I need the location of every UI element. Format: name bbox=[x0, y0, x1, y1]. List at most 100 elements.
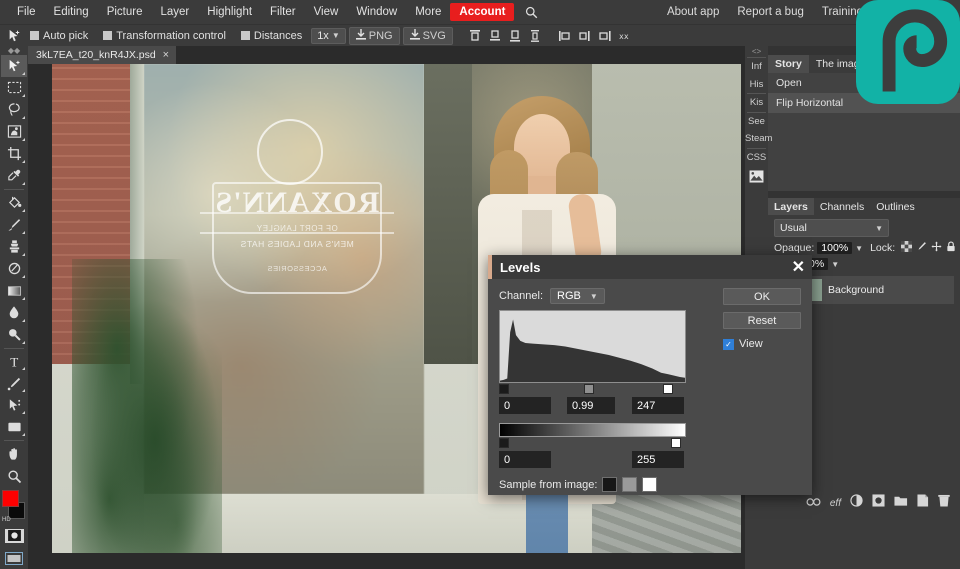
lasso-tool[interactable] bbox=[1, 99, 27, 121]
dodge-tool[interactable] bbox=[1, 324, 27, 346]
text-tool[interactable]: T bbox=[1, 351, 27, 373]
screen-mode-icon[interactable] bbox=[1, 547, 27, 569]
move-tool[interactable] bbox=[1, 55, 27, 77]
input-gamma-field[interactable]: 0.99 bbox=[567, 397, 615, 414]
eraser-tool[interactable] bbox=[1, 258, 27, 280]
zoom-level-select[interactable]: 1x ▼ bbox=[311, 27, 346, 44]
tab-story[interactable]: Story bbox=[768, 55, 809, 73]
menu-item-window[interactable]: Window bbox=[347, 3, 406, 21]
eyedropper-tool[interactable] bbox=[1, 165, 27, 187]
close-icon[interactable]: × bbox=[163, 49, 169, 61]
align-left-icon[interactable] bbox=[558, 28, 573, 43]
strip-tab-inf[interactable]: Inf bbox=[745, 58, 768, 76]
strip-tab-his[interactable]: His bbox=[745, 76, 768, 94]
input-white-handle[interactable] bbox=[663, 384, 673, 394]
checkbox-box[interactable] bbox=[103, 31, 113, 40]
menu-item-layer[interactable]: Layer bbox=[152, 3, 199, 21]
reset-button[interactable]: Reset bbox=[723, 312, 801, 329]
levels-dialog[interactable]: Levels ✕ Channel: RGB ▼ 0 0.99 247 0 255… bbox=[488, 255, 812, 495]
align-top-icon[interactable] bbox=[468, 28, 483, 43]
blend-mode-select[interactable]: Usual ▼ bbox=[774, 219, 889, 237]
align-vertical-center-icon[interactable] bbox=[488, 28, 503, 43]
lock-all-icon[interactable] bbox=[946, 241, 956, 255]
hand-tool[interactable] bbox=[1, 443, 27, 465]
checkbox-transformation-control[interactable]: Transformation control bbox=[97, 30, 232, 42]
menu-item-file[interactable]: File bbox=[8, 3, 45, 21]
chevron-down-icon[interactable]: ▼ bbox=[855, 244, 863, 253]
dock-grip[interactable]: <> bbox=[752, 46, 761, 57]
output-gradient-bar[interactable] bbox=[499, 423, 686, 437]
align-horizontal-center-icon[interactable] bbox=[578, 28, 593, 43]
strip-tab-kis[interactable]: Kis bbox=[745, 94, 768, 112]
new-group-icon[interactable] bbox=[894, 494, 908, 512]
lock-move-icon[interactable] bbox=[931, 241, 942, 255]
pen-tool[interactable] bbox=[1, 372, 27, 394]
paint-bucket-tool[interactable] bbox=[1, 192, 27, 214]
menu-item-highlight[interactable]: Highlight bbox=[198, 3, 261, 21]
distribute-vertical-icon[interactable] bbox=[528, 28, 543, 43]
panel-divider[interactable] bbox=[768, 191, 960, 198]
input-black-field[interactable]: 0 bbox=[499, 397, 551, 414]
new-layer-icon[interactable] bbox=[917, 494, 929, 512]
quick-mask-icon[interactable] bbox=[4, 528, 24, 544]
output-black-field[interactable]: 0 bbox=[499, 451, 551, 468]
input-gamma-handle[interactable] bbox=[584, 384, 594, 394]
toolbar-grip[interactable]: ◆◆ bbox=[0, 46, 28, 55]
swatch-badges[interactable]: HD bbox=[2, 517, 11, 523]
menu-item-view[interactable]: View bbox=[305, 3, 348, 21]
align-right-icon[interactable] bbox=[598, 28, 613, 43]
checkbox-auto-pick[interactable]: Auto pick bbox=[24, 30, 94, 42]
sample-white-point-picker[interactable] bbox=[642, 477, 658, 492]
brush-tool[interactable] bbox=[1, 214, 27, 236]
menu-item-editing[interactable]: Editing bbox=[45, 3, 98, 21]
clone-stamp-tool[interactable] bbox=[1, 236, 27, 258]
fx-icon[interactable]: eff bbox=[830, 498, 841, 509]
opacity-value[interactable]: 100% bbox=[817, 242, 853, 254]
document-tab[interactable]: 3kL7EA_t20_knR4JX.psd × bbox=[28, 46, 177, 64]
align-bottom-icon[interactable] bbox=[508, 28, 523, 43]
tab-channels[interactable]: Channels bbox=[814, 198, 870, 215]
crop-tool[interactable] bbox=[1, 143, 27, 165]
tab-layers[interactable]: Layers bbox=[768, 198, 814, 215]
checkbox-distances[interactable]: Distances bbox=[235, 30, 308, 42]
color-swatches[interactable]: HD bbox=[2, 490, 26, 523]
output-white-handle[interactable] bbox=[671, 438, 681, 448]
strip-tab-steam[interactable]: Steam bbox=[745, 130, 772, 148]
channel-select[interactable]: RGB ▼ bbox=[550, 288, 605, 304]
gradient-tool[interactable] bbox=[1, 280, 27, 302]
search-icon[interactable] bbox=[518, 6, 545, 19]
strip-tab-see[interactable]: See bbox=[745, 113, 768, 131]
menu-item-account[interactable]: Account bbox=[450, 3, 515, 21]
layer-mask-icon[interactable] bbox=[872, 494, 885, 512]
view-checkbox-row[interactable]: ✓ View bbox=[723, 338, 801, 350]
blur-tool[interactable] bbox=[1, 302, 27, 324]
distribute-horizontal-icon[interactable]: xx bbox=[618, 28, 633, 43]
menu-item-filter[interactable]: Filter bbox=[261, 3, 305, 21]
ok-button[interactable]: OK bbox=[723, 288, 801, 305]
levels-dialog-titlebar[interactable]: Levels ✕ bbox=[488, 255, 812, 279]
tab-outlines[interactable]: Outlines bbox=[870, 198, 921, 215]
checkbox-box[interactable] bbox=[240, 31, 250, 40]
sample-gray-point-picker[interactable] bbox=[622, 477, 638, 492]
shape-tool[interactable] bbox=[1, 416, 27, 438]
lock-paint-icon[interactable] bbox=[916, 241, 927, 255]
close-icon[interactable]: ✕ bbox=[792, 257, 805, 277]
sample-black-point-picker[interactable] bbox=[602, 477, 618, 492]
menu-item-picture[interactable]: Picture bbox=[98, 3, 152, 21]
strip-tab-css[interactable]: CSS bbox=[745, 149, 768, 167]
output-white-field[interactable]: 255 bbox=[632, 451, 684, 468]
foreground-color-swatch[interactable] bbox=[2, 490, 19, 508]
menu-item-about-app[interactable]: About app bbox=[658, 3, 728, 21]
magic-wand-tool[interactable] bbox=[1, 121, 27, 143]
path-select-tool[interactable] bbox=[1, 394, 27, 416]
menu-item-report-bug[interactable]: Report a bug bbox=[728, 3, 813, 21]
zoom-tool[interactable] bbox=[1, 465, 27, 487]
adjustment-layer-icon[interactable] bbox=[850, 494, 863, 512]
input-white-field[interactable]: 247 bbox=[632, 397, 684, 414]
marquee-select-tool[interactable] bbox=[1, 77, 27, 99]
image-thumb-icon[interactable] bbox=[749, 166, 764, 187]
export-svg-button[interactable]: SVG bbox=[402, 26, 453, 45]
output-black-handle[interactable] bbox=[499, 438, 509, 448]
lock-transparency-icon[interactable] bbox=[901, 241, 913, 255]
link-layers-icon[interactable] bbox=[806, 494, 821, 512]
